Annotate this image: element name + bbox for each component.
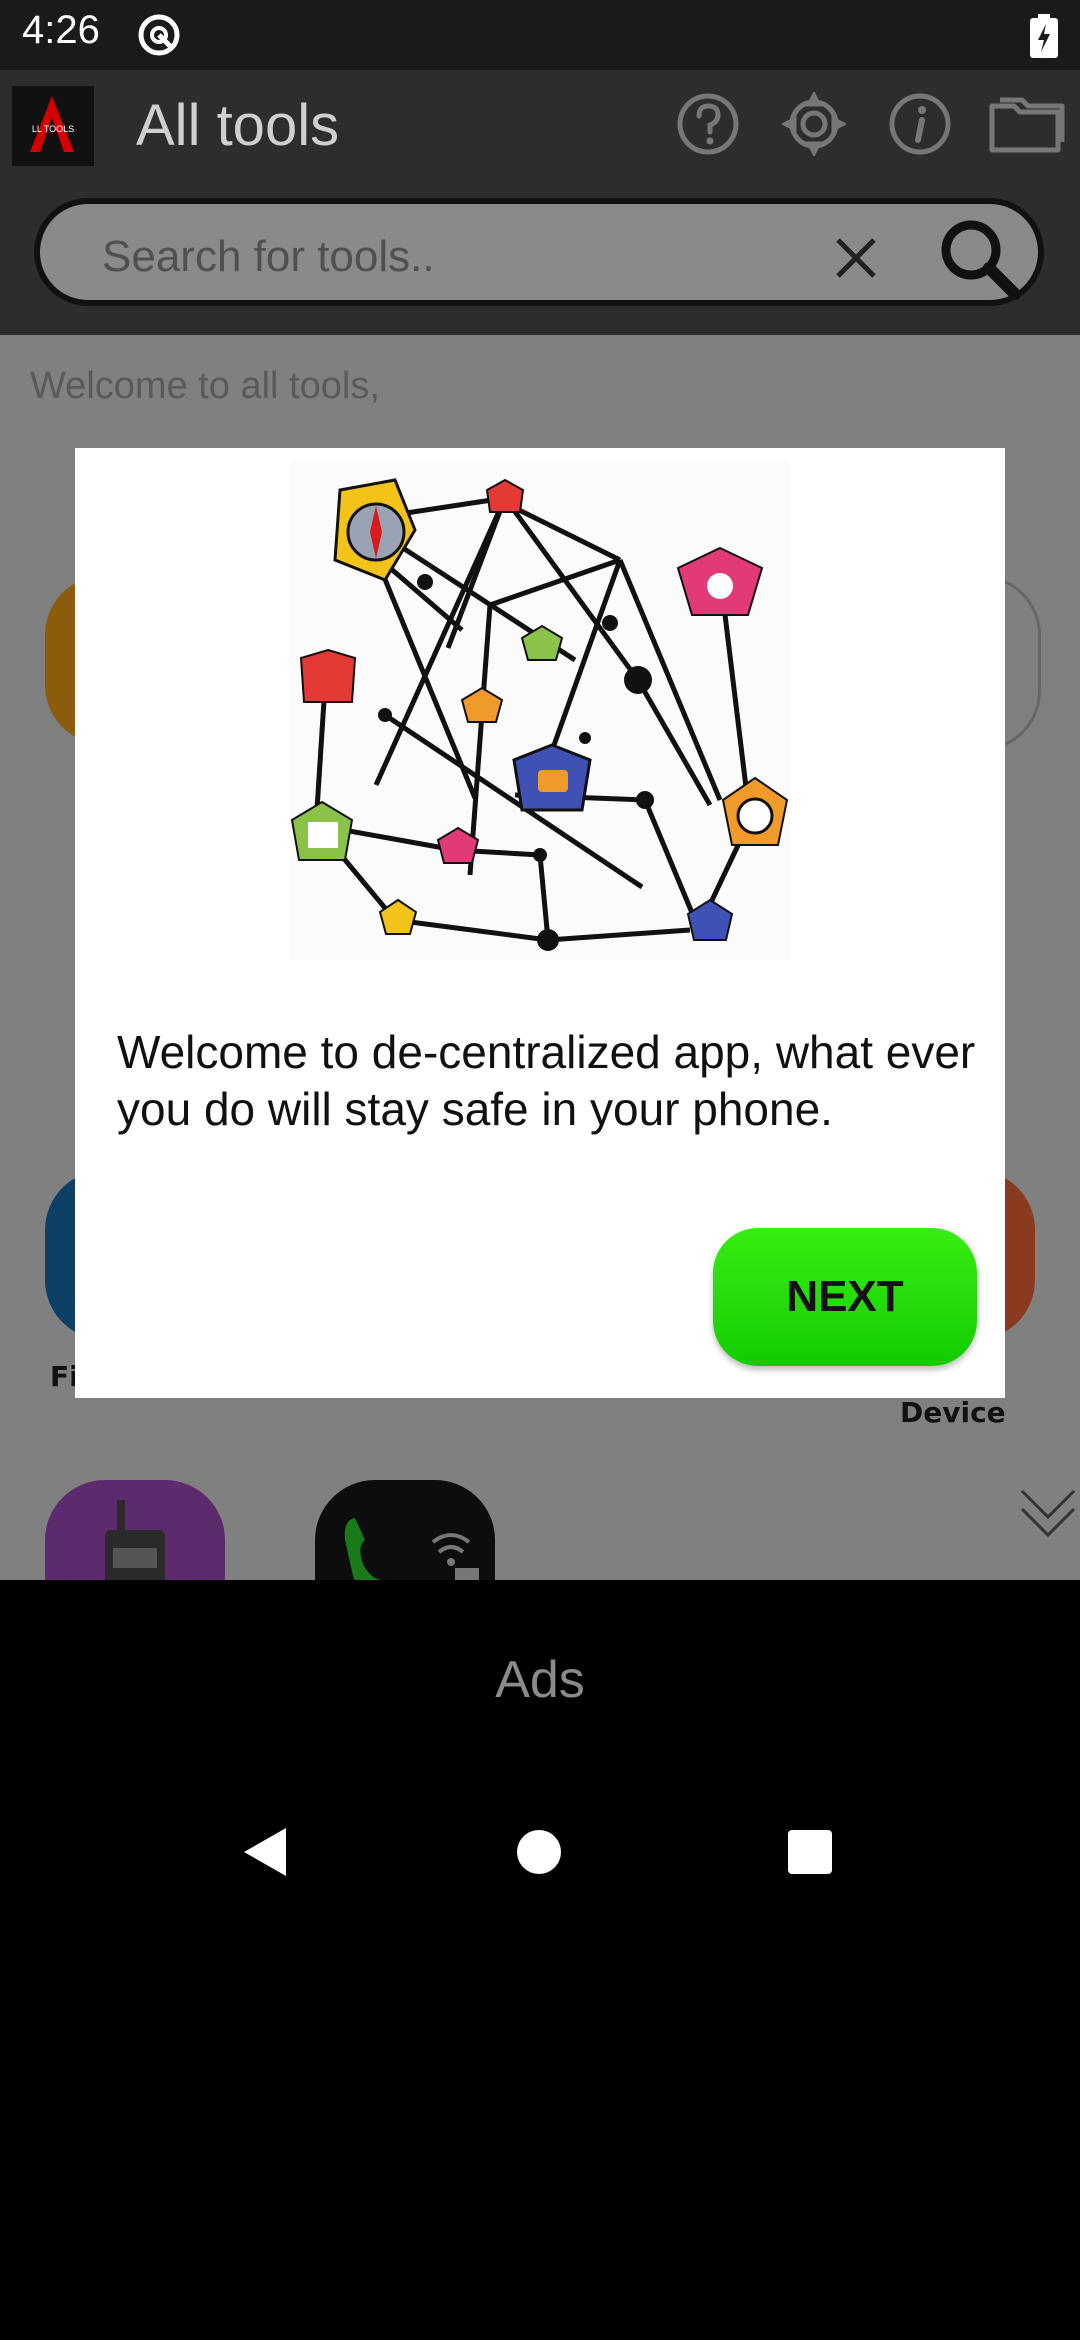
info-icon[interactable] [888,92,952,156]
back-icon[interactable] [240,1826,290,1878]
search-input[interactable] [100,226,804,288]
system-nav-bar [0,1780,1080,1920]
search-icon[interactable] [935,214,1025,304]
next-button[interactable]: NEXT [713,1228,977,1366]
battery-charging-icon [1030,14,1058,58]
walkie-talkie-icon [105,1500,165,1580]
welcome-text: Welcome to all tools, [30,365,380,407]
search-bar [34,198,1044,306]
chevron-down-icon[interactable] [1018,1483,1078,1543]
settings-icon[interactable] [782,92,846,156]
app-logo: LL TOOLS [12,86,94,166]
wifi-call-tool-tile[interactable] [315,1480,495,1580]
ad-banner[interactable]: Ads [0,1580,1080,1780]
network-illustration [290,460,790,960]
sync-icon [138,14,180,56]
recents-icon[interactable] [786,1828,834,1876]
status-bar: 4:26 [0,0,1080,70]
clear-icon[interactable] [830,232,882,284]
home-icon[interactable] [515,1828,563,1876]
svg-text:LL TOOLS: LL TOOLS [32,124,74,134]
dialog-message: Welcome to de-centralized app, what ever… [117,1026,976,1135]
page-title: All tools [136,93,340,158]
ads-label: Ads [495,1651,585,1709]
walkie-talkie-tool-tile[interactable] [45,1480,225,1580]
welcome-dialog: Welcome to de-centralized app, what ever… [75,448,1005,1398]
wifi-phone-icon [344,1518,479,1580]
help-icon[interactable] [676,92,740,156]
folder-icon[interactable] [986,92,1066,156]
status-clock: 4:26 [22,8,100,52]
tool-label: Device [900,1396,1006,1429]
